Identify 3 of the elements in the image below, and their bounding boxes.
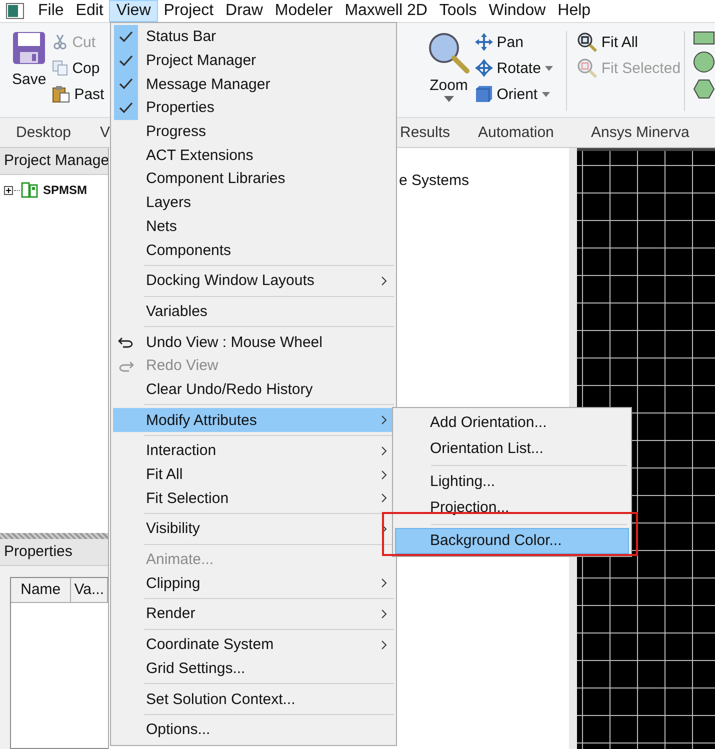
panel-header: Project Manage: [0, 148, 108, 175]
tree-item: e Systems: [399, 172, 470, 189]
panel-header: Properties: [0, 539, 108, 566]
